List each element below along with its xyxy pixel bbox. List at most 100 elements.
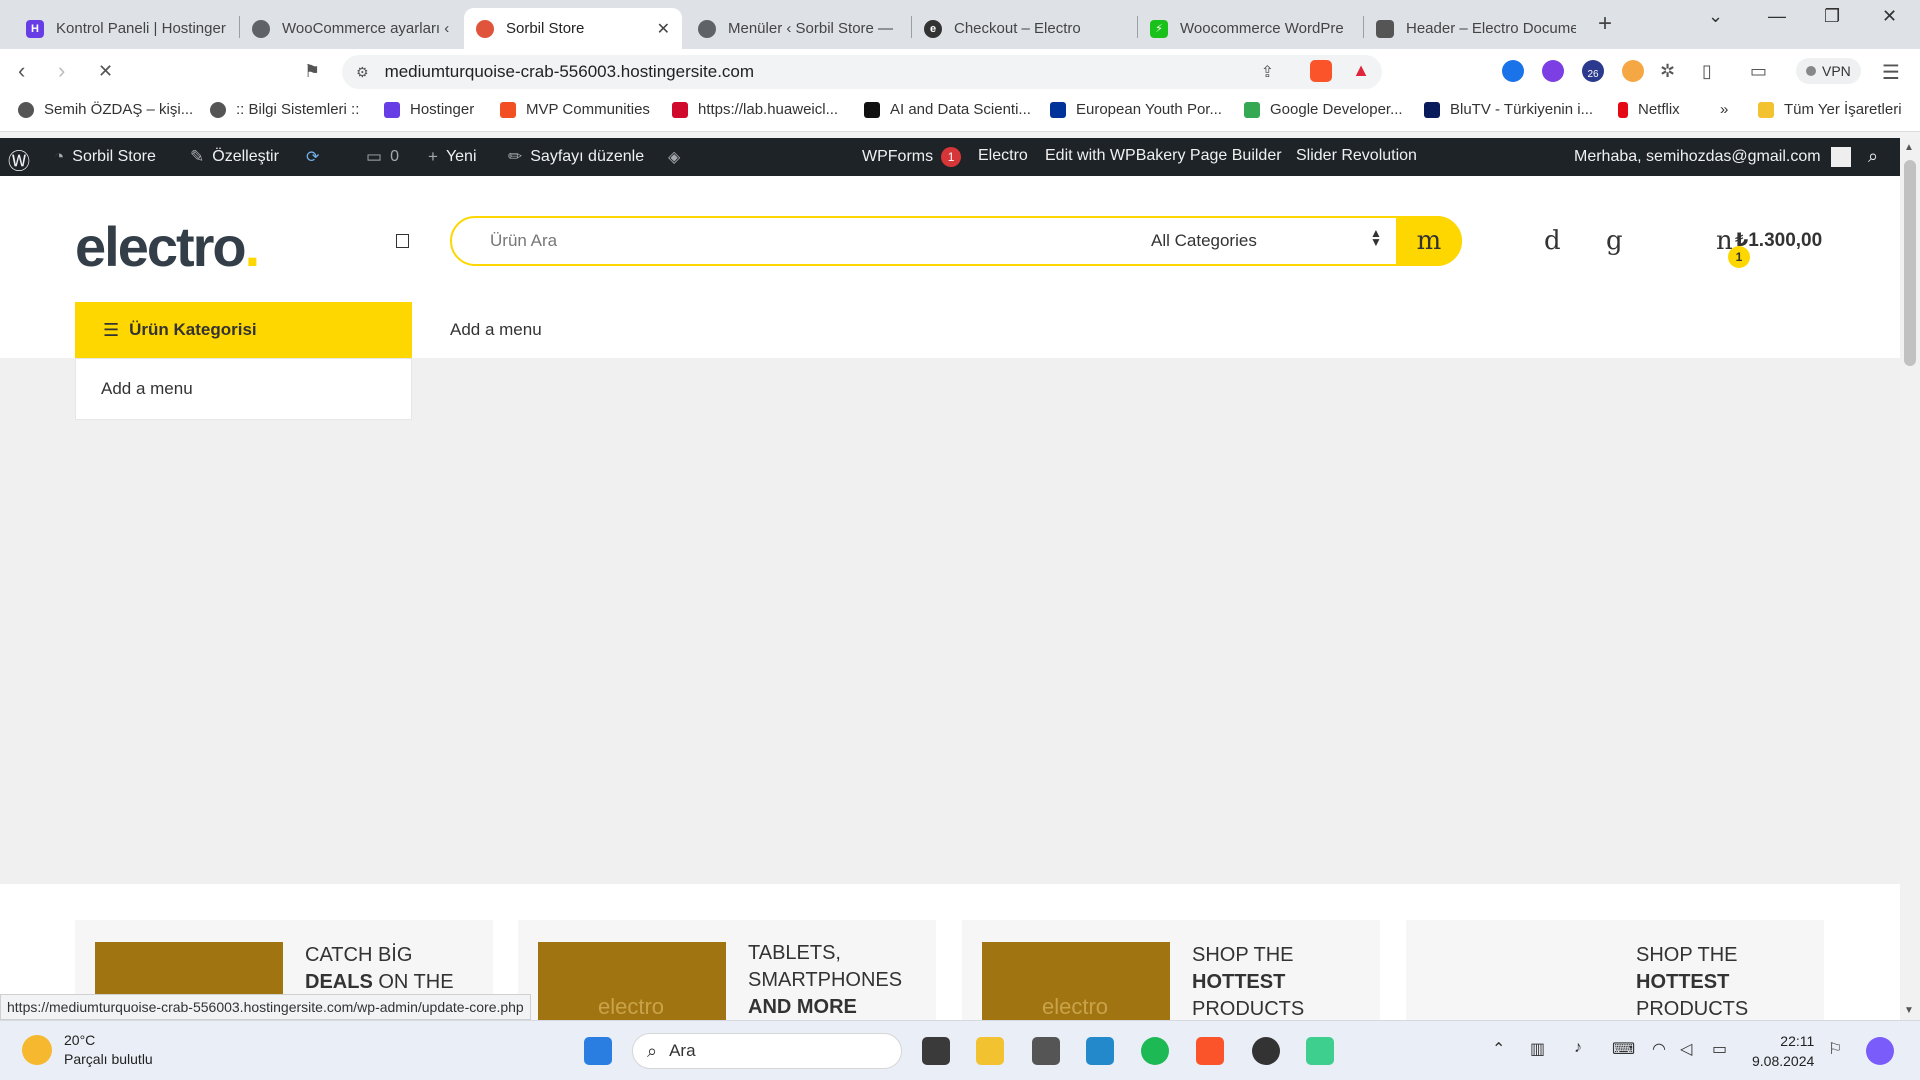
bookmark-item[interactable]: European Youth Por... [1050, 101, 1222, 118]
site-name-link[interactable]: ◔ Sorbil Store [54, 147, 156, 167]
windows-start-icon[interactable] [584, 1037, 612, 1065]
site-info-icon[interactable]: ⚙ [356, 64, 369, 81]
forward-icon[interactable]: › [58, 58, 65, 84]
scroll-down-icon[interactable]: ▼ [1904, 1005, 1914, 1016]
close-tab-icon[interactable]: ✕ [657, 19, 670, 39]
stop-loading-icon[interactable]: ✕ [98, 61, 113, 82]
promo-card[interactable]: electro SHOP THE HOTTEST PRODUCTS [962, 920, 1380, 1020]
updates-icon[interactable]: ⟳ [306, 147, 319, 167]
weather-widget[interactable]: 20°C Parçalı bulutlu [22, 1031, 153, 1069]
bookmark-item[interactable]: MVP Communities [500, 101, 650, 118]
compare-icon[interactable]: d [1544, 226, 1561, 256]
electro-link[interactable]: Electro [978, 147, 1028, 165]
keyboard-icon[interactable]: ⌨ [1612, 1039, 1635, 1059]
vpn-button[interactable]: VPN [1796, 58, 1861, 84]
volume-icon[interactable]: ◁ [1680, 1039, 1692, 1059]
app-grid-icon[interactable] [1306, 1037, 1334, 1065]
notifications-icon[interactable]: ⚐ [1828, 1039, 1842, 1059]
wpbakery-link[interactable]: Edit with WPBakery Page Builder [1045, 147, 1282, 165]
bookmark-item[interactable]: Netflix [1618, 101, 1680, 118]
tray-app-icon[interactable]: ▥ [1530, 1039, 1545, 1059]
bookmark-item[interactable]: Hostinger [384, 101, 474, 118]
clock-date: 9.08.2024 [1752, 1053, 1815, 1069]
tab-header-docs[interactable]: Header – Electro Docume [1364, 8, 1588, 49]
extension-1-icon[interactable] [1502, 60, 1524, 82]
spotify-icon[interactable] [1141, 1037, 1169, 1065]
page-scrollbar[interactable]: ▲ ▼ [1900, 138, 1920, 1020]
show-hidden-icons-icon[interactable]: ⌃ [1492, 1039, 1505, 1059]
wishlist-icon[interactable]: g [1606, 226, 1623, 256]
battery-icon[interactable]: ▭ [1712, 1039, 1727, 1059]
address-bar[interactable]: ⚙ mediumturquoise-crab-556003.hostingers… [342, 55, 1382, 89]
all-bookmarks-folder[interactable]: Tüm Yer İşaretleri [1758, 101, 1902, 118]
extension-2-icon[interactable] [1542, 60, 1564, 82]
app-icon[interactable] [1252, 1037, 1280, 1065]
url-text[interactable]: mediumturquoise-crab-556003.hostingersit… [385, 62, 754, 82]
back-icon[interactable]: ‹ [18, 58, 25, 84]
minimize-icon[interactable]: — [1768, 6, 1786, 27]
wifi-icon[interactable]: ◠ [1652, 1039, 1666, 1059]
menu-icon[interactable]: ☰ [1882, 60, 1900, 85]
wallet-icon[interactable]: ▭ [1750, 61, 1767, 82]
scrollbar-thumb[interactable] [1904, 160, 1916, 366]
brave-browser-icon[interactable] [1196, 1037, 1224, 1065]
product-categories-button[interactable]: ☰ Ürün Kategorisi [75, 302, 412, 358]
site-logo[interactable]: electro. [75, 214, 260, 279]
tab-menus[interactable]: Menüler ‹ Sorbil Store — [686, 8, 910, 49]
bookmark-item[interactable]: :: Bilgi Sistemleri :: [210, 101, 359, 118]
wordpress-logo-icon[interactable]: Ⓦ [8, 144, 30, 176]
add-menu-link[interactable]: Add a menu [101, 379, 193, 399]
file-explorer-icon[interactable] [976, 1037, 1004, 1065]
account-menu[interactable]: Merhaba, semihozdas@gmail.com [1574, 147, 1851, 167]
tab-search-chevron-icon[interactable]: ⌄ [1708, 6, 1723, 27]
bookmark-icon[interactable]: ⚑ [304, 61, 320, 82]
unity-icon[interactable] [1032, 1037, 1060, 1065]
tab-woocommerce-wordpress[interactable]: ⚡ Woocommerce WordPre [1138, 8, 1362, 49]
edit-page-link[interactable]: ✏ Sayfayı düzenle [508, 147, 644, 167]
tab-woocommerce-settings[interactable]: WooCommerce ayarları ‹ [240, 8, 464, 49]
tab-checkout[interactable]: e Checkout – Electro [912, 8, 1136, 49]
tab-hostinger[interactable]: H Kontrol Paneli | Hostinger [14, 8, 238, 49]
taskbar-search[interactable]: ⌕ Ara [632, 1033, 902, 1069]
wpforms-link[interactable]: WPForms 1 [862, 147, 962, 167]
close-window-icon[interactable]: ✕ [1882, 6, 1897, 27]
bookmark-item[interactable]: BluTV - Türkiyenin i... [1424, 101, 1593, 118]
bookmark-item[interactable]: Semih ÖZDAŞ – kişi... [18, 101, 193, 118]
more-bookmarks-button[interactable]: » [1720, 101, 1728, 118]
microphone-icon[interactable]: ♪ [1574, 1039, 1582, 1057]
tab-title: Kontrol Paneli | Hostinger [56, 20, 226, 37]
browser-toolbar: ‹ › ✕ ⚑ ⚙ mediumturquoise-crab-556003.ho… [0, 49, 1920, 95]
add-menu-link[interactable]: Add a menu [450, 320, 542, 340]
maximize-icon[interactable]: ❐ [1824, 6, 1840, 27]
comments-link[interactable]: ▭ 0 [366, 147, 399, 167]
tab-sorbil-store[interactable]: Sorbil Store ✕ [464, 8, 682, 49]
extensions-puzzle-icon[interactable]: ✲ [1660, 61, 1675, 82]
search-icon[interactable]: ⌕ [1868, 146, 1878, 167]
extension-4-icon[interactable] [1622, 60, 1644, 82]
brave-rewards-icon[interactable]: ▲ [1352, 60, 1370, 81]
category-select[interactable]: All Categories [1151, 231, 1257, 251]
extension-3-icon[interactable]: 26 [1582, 60, 1604, 82]
search-button[interactable]: m [1396, 216, 1462, 266]
promo-card[interactable]: SHOP THE HOTTEST PRODUCTS [1406, 920, 1824, 1020]
cart-total[interactable]: ₺1.300,00 [1735, 229, 1822, 252]
new-tab-button[interactable]: + [1598, 10, 1612, 38]
search-input[interactable]: Ürün Ara [490, 231, 557, 251]
promo-card[interactable]: electro TABLETS, SMARTPHONES AND MORE [518, 920, 936, 1020]
copilot-icon[interactable] [1866, 1037, 1894, 1065]
share-icon[interactable]: ⇪ [1261, 62, 1274, 82]
vscode-icon[interactable] [1086, 1037, 1114, 1065]
task-view-icon[interactable] [922, 1037, 950, 1065]
new-content-link[interactable]: + Yeni [428, 147, 477, 167]
bookmark-item[interactable]: Google Developer... [1244, 101, 1403, 118]
system-clock[interactable]: 22:11 9.08.2024 [1752, 1031, 1814, 1071]
plugin-diamond-icon[interactable]: ◈ [668, 147, 680, 167]
bookmark-item[interactable]: https://lab.huaweicl... [672, 101, 838, 118]
scroll-up-icon[interactable]: ▲ [1904, 142, 1914, 153]
customize-link[interactable]: ✎ Özelleştir [190, 147, 279, 167]
hamburger-menu-icon[interactable] [396, 234, 409, 248]
slider-revolution-link[interactable]: Slider Revolution [1296, 147, 1417, 165]
brave-shields-icon[interactable] [1310, 60, 1332, 82]
sidebar-icon[interactable]: ▯ [1702, 61, 1712, 82]
bookmark-item[interactable]: AI and Data Scienti... [864, 101, 1031, 118]
